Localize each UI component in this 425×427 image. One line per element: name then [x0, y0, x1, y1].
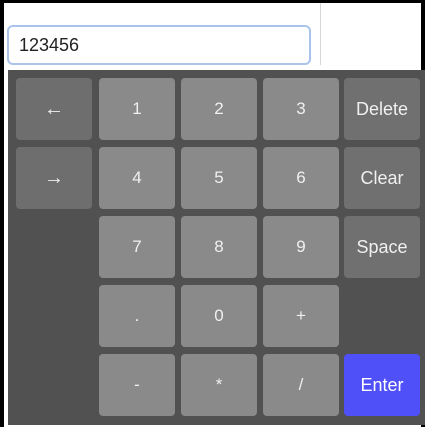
frame-top-border — [0, 0, 425, 3]
key-3[interactable]: 3 — [263, 78, 339, 140]
asterisk-key[interactable]: * — [181, 354, 257, 416]
left-arrow-key[interactable]: ← — [16, 78, 92, 140]
key-6[interactable]: 6 — [263, 147, 339, 209]
key-1[interactable]: 1 — [99, 78, 175, 140]
key-4[interactable]: 4 — [99, 147, 175, 209]
key-2[interactable]: 2 — [181, 78, 257, 140]
slash-key[interactable]: / — [263, 354, 339, 416]
minus-key[interactable]: - — [99, 354, 175, 416]
enter-key[interactable]: Enter — [344, 354, 420, 416]
key-0[interactable]: 0 — [181, 285, 257, 347]
clear-key[interactable]: Clear — [344, 147, 420, 209]
right-arrow-key[interactable]: → — [16, 147, 92, 209]
space-key[interactable]: Space — [344, 216, 420, 278]
plus-key[interactable]: + — [263, 285, 339, 347]
keyboard-text-input[interactable] — [7, 25, 311, 65]
delete-key[interactable]: Delete — [344, 78, 420, 140]
page-divider — [320, 3, 321, 65]
dot-key[interactable]: . — [99, 285, 175, 347]
frame-left-border — [0, 0, 4, 427]
on-screen-keyboard: ← 1 2 3 Delete → 4 5 6 Clear 7 8 9 Space… — [8, 70, 425, 425]
key-7[interactable]: 7 — [99, 216, 175, 278]
key-9[interactable]: 9 — [263, 216, 339, 278]
app-window: ← 1 2 3 Delete → 4 5 6 Clear 7 8 9 Space… — [0, 0, 425, 427]
key-8[interactable]: 8 — [181, 216, 257, 278]
key-5[interactable]: 5 — [181, 147, 257, 209]
